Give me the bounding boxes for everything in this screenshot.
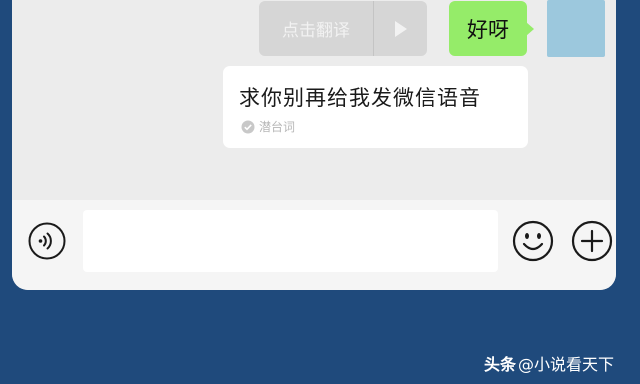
emoji-button[interactable] (512, 220, 554, 262)
chat-window: 点击翻译 好呀 求你别再给我发微信语音 潜台词 (12, 0, 616, 290)
message-source: 潜台词 (241, 118, 295, 135)
my-message-bubble[interactable]: 好呀 (449, 1, 534, 56)
message-source-label: 潜台词 (259, 120, 296, 134)
other-message-text: 求你别再给我发微信语音 (239, 86, 481, 110)
translate-bar[interactable]: 点击翻译 (259, 1, 427, 56)
watermark-handle: @小说看天下 (518, 355, 615, 374)
voice-button[interactable] (28, 222, 66, 260)
play-icon (394, 20, 407, 37)
more-button[interactable] (571, 220, 613, 262)
message-input[interactable] (83, 210, 498, 272)
voice-icon (28, 222, 66, 260)
plus-icon (571, 220, 613, 262)
other-message-bubble[interactable]: 求你别再给我发微信语音 潜台词 (223, 66, 528, 148)
translate-button[interactable]: 点击翻译 (259, 16, 373, 41)
input-bar (12, 200, 616, 290)
play-button[interactable] (374, 20, 427, 38)
my-message-text: 好呀 (467, 17, 509, 42)
check-icon (241, 120, 255, 133)
avatar[interactable] (547, 0, 605, 57)
watermark: 头条 @小说看天下 (484, 351, 614, 375)
watermark-brand: 头条 (484, 355, 517, 374)
emoji-icon (512, 220, 554, 262)
